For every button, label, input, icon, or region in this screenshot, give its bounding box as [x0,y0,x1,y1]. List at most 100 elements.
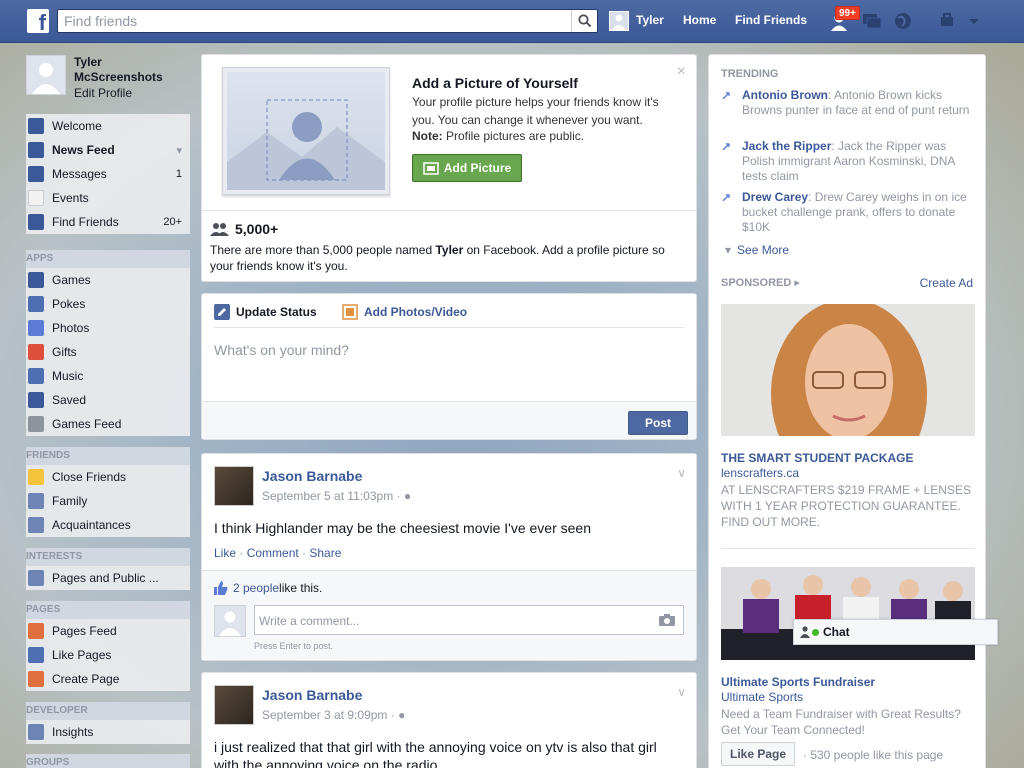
post-author[interactable]: Jason Barnabe [262,468,362,484]
see-more-link[interactable]: ▾ See More [725,243,789,257]
messages-icon[interactable] [861,11,883,31]
sidebar-item-gifts[interactable]: Gifts [26,340,190,364]
create-ad-link[interactable]: Create Ad [920,276,973,290]
post-date[interactable]: September 3 at 9:09pm · ● [262,708,405,722]
ad-image[interactable] [721,567,975,660]
sidebar-item-label: News Feed [52,143,115,157]
sidebar-item-music[interactable]: Music [26,364,190,388]
sidebar-item-label: Music [52,369,84,383]
sidebar-item-count: 20+ [163,216,182,228]
developer-header: DEVELOPER [26,702,190,720]
search-input[interactable] [58,10,568,32]
comment-button[interactable]: Comment [247,546,299,560]
share-button[interactable]: Share [309,546,341,560]
photos-icon [28,320,44,336]
ad-image[interactable] [721,304,975,436]
sidebar-item-label: Saved [52,393,87,407]
sidebar-item-pokes[interactable]: Pokes [26,292,190,316]
ad-url[interactable]: lenscrafters.ca [721,466,799,480]
sidebar-item-news-feed[interactable]: News Feed ▾ [26,138,190,162]
chevron-down-icon[interactable]: ▾ [176,144,182,157]
profile-name[interactable]: Tyler McScreenshots [74,55,184,85]
search-button[interactable] [571,10,597,32]
sidebar-item-pages-and-public[interactable]: Pages and Public ... [26,566,190,590]
feed-post: Jason Barnabe September 3 at 9:09pm · ● … [201,672,697,768]
tab-add-photos-video[interactable]: Add Photos/Video [342,304,467,320]
sidebar-item-family[interactable]: Family [26,489,190,513]
top-bar: f Tyler Home Find Friends 99+ [0,0,1024,43]
globe-icon[interactable] [892,11,914,31]
close-icon[interactable]: × [677,63,686,81]
messages-icon [28,166,44,182]
sidebar-item-find-friends[interactable]: Find Friends 20+ [26,210,190,234]
add-picture-button[interactable]: Add Picture [412,154,522,182]
account-menu-chevron-icon[interactable] [966,11,988,31]
chat-bar[interactable]: Chat [793,619,998,645]
sidebar-item-label: Family [52,494,88,508]
nav-groups-section: GROUPS [26,754,190,768]
trending-item[interactable]: ↗ Antonio Brown: Antonio Brown kicks Brow… [721,88,973,118]
profile-picture-placeholder[interactable] [222,67,390,195]
ad-title[interactable]: THE SMART STUDENT PACKAGE [721,451,913,465]
sidebar-item-saved[interactable]: Saved [26,388,190,412]
author-avatar[interactable] [214,685,254,725]
privacy-shortcuts-icon[interactable] [938,11,960,31]
sidebar-item-insights[interactable]: Insights [26,720,190,744]
sidebar-item-acquaintances[interactable]: Acquaintances [26,513,190,537]
likes-count-link[interactable]: 2 people [233,581,279,595]
user-name-link[interactable]: Tyler [636,13,664,27]
like-button[interactable]: Like [214,546,236,560]
sidebar-item-label: Pages Feed [52,624,117,638]
ad-url[interactable]: Ultimate Sports [721,690,803,704]
sidebar-item-events[interactable]: Events [26,186,190,210]
sidebar-item-welcome[interactable]: Welcome [26,114,190,138]
camera-icon[interactable] [659,614,675,626]
trending-topic[interactable]: Jack the Ripper [742,139,831,153]
comment-input[interactable]: Write a comment... [254,605,684,635]
home-link[interactable]: Home [683,13,716,27]
pokes-icon [28,296,44,312]
post-date[interactable]: September 5 at 11:03pm · ● [262,489,411,503]
trending-header: TRENDING [721,68,779,80]
facebook-icon [28,118,44,134]
trending-item[interactable]: ↗ Jack the Ripper: Jack the Ripper was Po… [721,139,973,184]
megaphone-icon: ▸ [794,277,800,289]
find-friends-link[interactable]: Find Friends [735,13,807,27]
sidebar-item-label: Photos [52,321,90,335]
trending-topic[interactable]: Drew Carey [742,190,808,204]
sidebar-item-games-feed[interactable]: Games Feed [26,412,190,436]
sidebar-item-like-pages[interactable]: Like Pages [26,643,190,667]
games-icon [28,272,44,288]
user-avatar[interactable] [609,11,629,31]
sidebar-item-label: Acquaintances [52,518,131,532]
ad-description: Need a Team Fundraiser with Great Result… [721,707,961,737]
sidebar-item-create-page[interactable]: Create Page [26,667,190,691]
trending-item[interactable]: ↗ Drew Carey: Drew Carey weighs in on ice… [721,190,973,235]
sidebar-item-close-friends[interactable]: Close Friends [26,465,190,489]
sidebar-item-games[interactable]: Games [26,268,190,292]
ad-title[interactable]: Ultimate Sports Fundraiser [721,675,875,689]
insights-icon [28,724,44,740]
trending-topic[interactable]: Antonio Brown [742,88,828,102]
status-input[interactable]: What's on your mind? [214,342,684,358]
sidebar-item-label: Find Friends [52,215,119,229]
post-options-chevron-icon[interactable]: ∨ [677,466,686,480]
photo-icon [342,304,358,320]
people-icon [210,223,229,236]
facebook-logo[interactable]: f [27,9,49,33]
post-button[interactable]: Post [628,411,688,435]
sidebar-item-pages-feed[interactable]: Pages Feed [26,619,190,643]
profile-picture[interactable] [26,55,66,95]
star-icon [28,469,44,485]
nav-interests-section: INTERESTS Pages and Public ... [26,548,190,590]
edit-profile-link[interactable]: Edit Profile [74,86,132,100]
post-options-chevron-icon[interactable]: ∨ [677,685,686,699]
sidebar-item-photos[interactable]: Photos [26,316,190,340]
like-page-button[interactable]: Like Page [721,742,795,766]
tab-update-status[interactable]: Update Status [214,304,317,320]
post-author[interactable]: Jason Barnabe [262,687,362,703]
divider [721,548,975,549]
author-avatar[interactable] [214,466,254,506]
sidebar-item-messages[interactable]: Messages 1 [26,162,190,186]
groups-header: GROUPS [26,754,190,768]
